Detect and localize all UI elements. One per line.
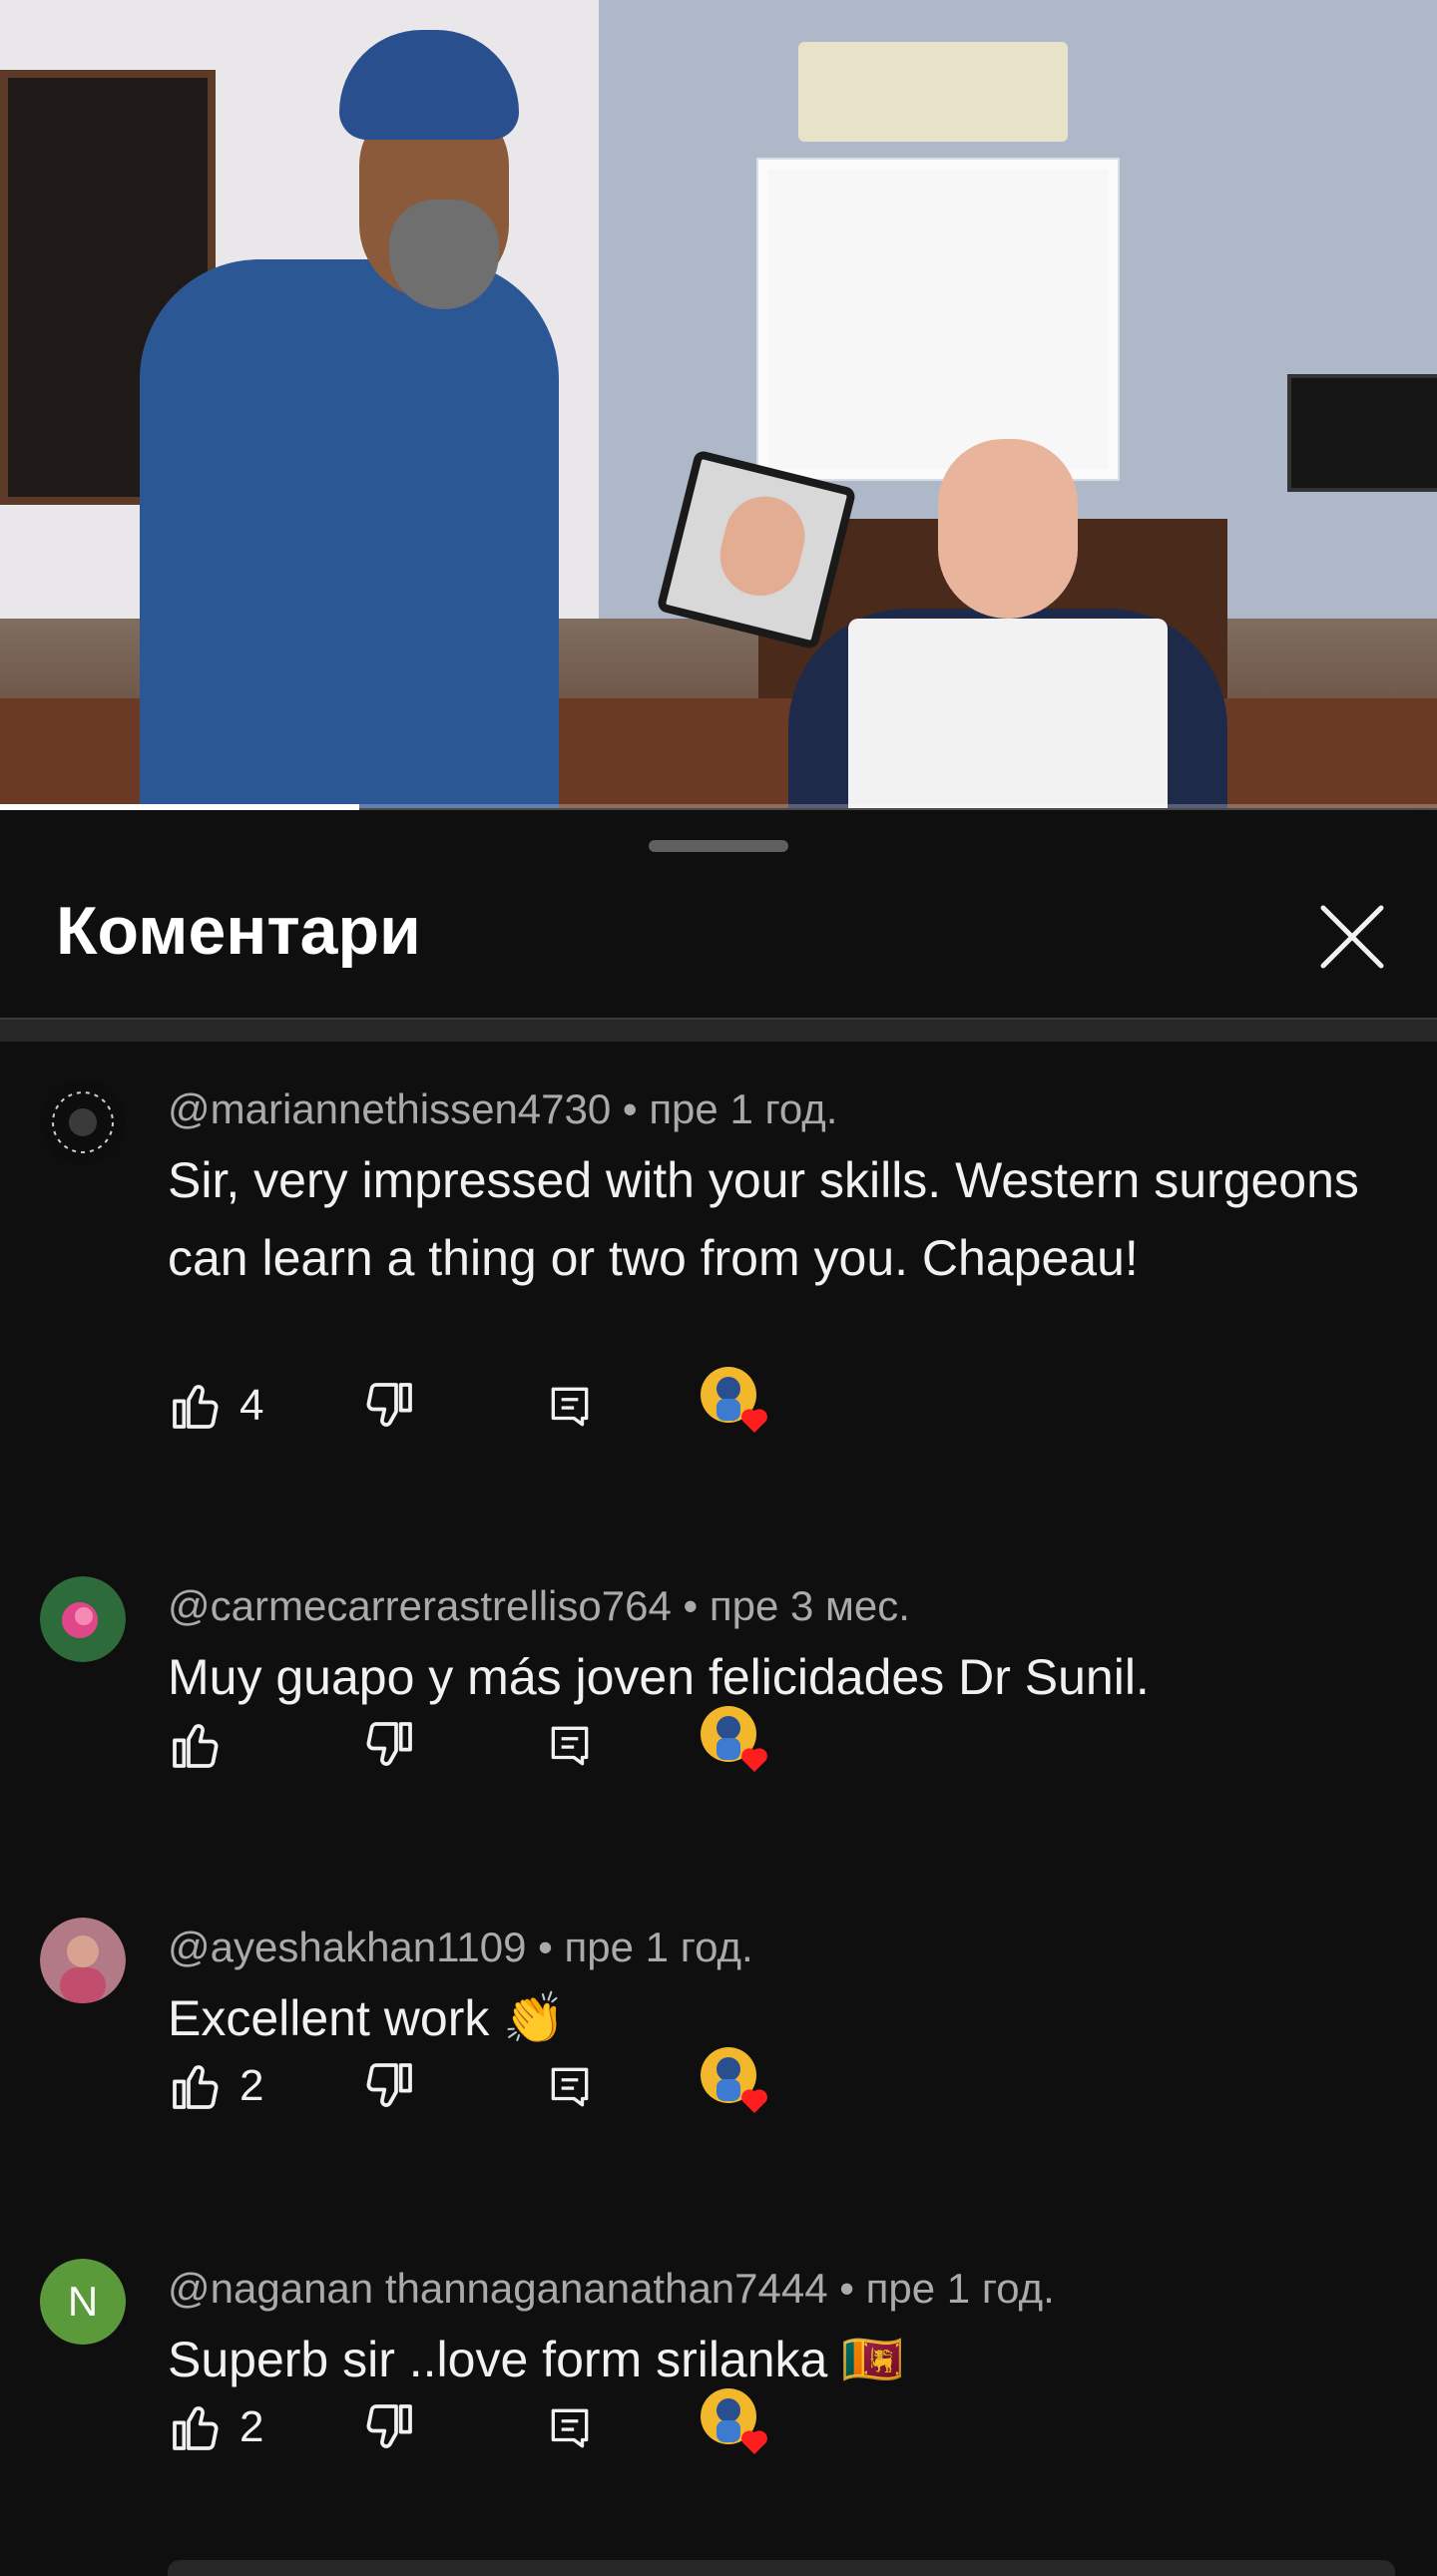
reply-button[interactable] — [545, 2051, 595, 2121]
thumb-down-icon — [366, 1383, 412, 1427]
meta-separator: • — [683, 1582, 699, 1629]
video-player[interactable] — [0, 0, 1437, 808]
thumb-up-icon — [173, 1724, 219, 1768]
close-icon — [1320, 905, 1384, 969]
meta-separator: • — [839, 2265, 854, 2312]
video-frame-doctor — [140, 30, 559, 808]
reply-button[interactable] — [545, 1710, 595, 1780]
comment-author[interactable]: @carmecarrerastrelliso764 — [168, 1582, 672, 1629]
meta-separator: • — [538, 1924, 553, 1970]
meta-separator: • — [622, 1085, 638, 1132]
reply-button[interactable] — [545, 2392, 595, 2462]
creator-heart-badge — [699, 2386, 778, 2466]
reply-comment-icon — [551, 1387, 589, 1427]
like-count: 2 — [240, 2061, 264, 2110]
comment-time: пре 3 мес. — [709, 1582, 910, 1629]
comment-author[interactable]: @ayeshakhan1109 — [168, 1924, 526, 1970]
comment-actions: 2 — [168, 2388, 866, 2462]
dislike-button[interactable] — [361, 1710, 417, 1780]
creator-heart-badge — [699, 1704, 778, 1784]
creator-heart-icon — [701, 1367, 767, 1433]
comment-actions: 2 — [168, 2047, 866, 2121]
thumb-up-icon — [173, 1385, 219, 1429]
reply-comment-icon — [551, 2067, 589, 2107]
dislike-button[interactable] — [361, 2392, 417, 2462]
creator-heart-icon — [701, 1706, 767, 1772]
close-button[interactable] — [1307, 892, 1397, 982]
comment-time: пре 1 год. — [564, 1924, 753, 1970]
comment-time: пре 1 год. — [649, 1085, 838, 1132]
comment-text: Sir, very impressed with your skills. We… — [168, 1152, 1359, 1286]
comment-author[interactable]: @mariannethissen4730 — [168, 1085, 611, 1132]
sheet-divider — [0, 1018, 1437, 1042]
comment-meta: @carmecarrerastrelliso764 • пре 3 мес. — [168, 1582, 910, 1630]
comment-actions — [168, 1706, 866, 1780]
avatar-letter: N — [67, 2278, 99, 2325]
comment-meta: @mariannethissen4730 • пре 1 год. — [168, 1085, 837, 1133]
creator-heart-icon — [701, 2388, 767, 2454]
drag-handle[interactable] — [649, 840, 788, 852]
like-button[interactable]: 4 — [168, 1371, 263, 1441]
comment-time: пре 1 год. — [865, 2265, 1055, 2312]
thumb-down-icon — [366, 2404, 412, 2448]
thumb-up-icon — [173, 2065, 219, 2109]
comment-meta: @ayeshakhan1109 • пре 1 год. — [168, 1924, 753, 1971]
add-comment-bar[interactable] — [168, 2560, 1395, 2576]
thumb-up-icon — [173, 2406, 219, 2450]
thumb-down-icon — [366, 1722, 412, 1766]
like-button[interactable]: 2 — [168, 2051, 263, 2121]
like-button[interactable]: 2 — [168, 2392, 263, 2462]
avatar[interactable] — [40, 1576, 126, 1662]
creator-heart-badge — [699, 2045, 778, 2125]
like-button[interactable] — [168, 1710, 240, 1780]
avatar-image — [40, 1918, 126, 2003]
avatar[interactable]: N — [40, 2259, 126, 2345]
comment-meta: @naganan thannagananathan7444 • пре 1 го… — [168, 2265, 1055, 2313]
comment-author[interactable]: @naganan thannagananathan7444 — [168, 2265, 828, 2312]
avatar-image — [40, 1079, 126, 1165]
like-count: 2 — [240, 2402, 264, 2451]
comments-sheet: Коментари @mariannethissen4730 • пре 1 г… — [0, 810, 1437, 2576]
dislike-button[interactable] — [361, 1371, 417, 1441]
creator-heart-icon — [701, 2047, 767, 2113]
avatar-image — [40, 1576, 126, 1662]
reply-button[interactable] — [545, 1371, 595, 1441]
video-frame-air-conditioner — [798, 42, 1068, 142]
reply-comment-icon — [551, 1726, 589, 1766]
avatar[interactable] — [40, 1918, 126, 2003]
thumb-down-icon — [366, 2063, 412, 2107]
dislike-button[interactable] — [361, 2051, 417, 2121]
video-frame-monitor — [1287, 374, 1437, 492]
avatar[interactable] — [40, 1079, 126, 1165]
comment-actions: 4 — [168, 1367, 866, 1441]
video-frame-window — [758, 160, 1118, 479]
creator-heart-badge — [699, 1365, 778, 1445]
reply-comment-icon — [551, 2408, 589, 2448]
comments-title: Коментари — [56, 893, 421, 969]
like-count: 4 — [240, 1381, 264, 1430]
